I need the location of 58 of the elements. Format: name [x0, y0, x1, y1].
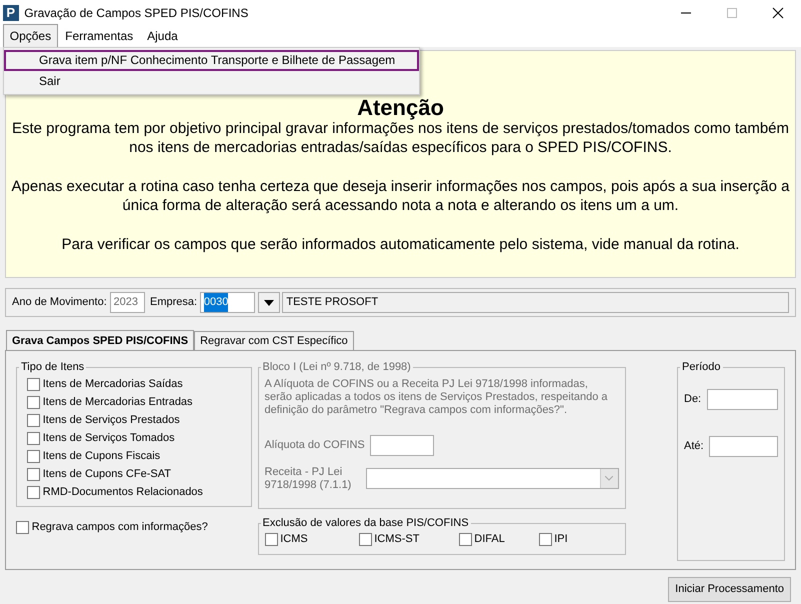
checkbox[interactable]: [538, 532, 552, 546]
checkbox-label: Itens de Mercadorias Saídas: [42, 376, 183, 392]
menu-option[interactable]: Sair: [4, 71, 419, 92]
tab[interactable]: Regravar com CST Específico: [194, 330, 354, 350]
company-label: Empresa:: [150, 295, 198, 310]
field-label: Alíquota do COFINS: [264, 438, 365, 453]
group-title: Exclusão de valores da base PIS/COFINS: [262, 517, 470, 529]
selected-text: 0030: [204, 293, 228, 312]
checkbox-label: IPI: [554, 532, 568, 547]
group-title: Período: [681, 361, 722, 373]
company-field[interactable]: 0030: [200, 292, 255, 313]
year-label: Ano de Movimento:: [12, 295, 107, 310]
checkbox[interactable]: [27, 378, 40, 390]
date-field[interactable]: [706, 389, 778, 410]
checkbox-label: ICMS-ST: [374, 532, 420, 547]
menu-item[interactable]: Ajuda: [140, 24, 185, 48]
menu-item[interactable]: Ferramentas: [58, 24, 140, 48]
group-title: Bloco I (Lei nº 9.718, de 1998): [262, 361, 412, 373]
checkbox[interactable]: [27, 450, 40, 462]
checkbox[interactable]: [27, 486, 40, 498]
tab[interactable]: Grava Campos SPED PIS/COFINS: [6, 330, 194, 350]
checkbox[interactable]: [458, 532, 472, 546]
dropdown-button[interactable]: [258, 292, 280, 313]
checkbox[interactable]: [27, 396, 40, 408]
checkbox-label: Itens de Serviços Prestados: [42, 412, 180, 428]
checkbox[interactable]: [27, 468, 40, 480]
caret-icon: [605, 476, 613, 482]
checkbox[interactable]: [16, 520, 29, 534]
description-text: A Alíquota de COFINS ou a Receita PJ Lei 9718/1998 informadas, serão aplicadas a todos os itens de Serviços Prestados, respeitando a definição do parâmetro "Regrava campos com informações?".: [264, 378, 609, 417]
checkbox-label: DIFAL: [474, 532, 505, 547]
checkbox-label: ICMS: [280, 532, 308, 547]
window-title: Gravação de Campos SPED PIS/COFINS: [24, 4, 248, 22]
menu-option[interactable]: Grava item p/NF Conhecimento Transporte e Bilhete de Passagem: [4, 50, 419, 71]
field-label: Receita - PJ Lei 9718/1998 (7.1.1): [264, 466, 352, 492]
checkbox[interactable]: [27, 414, 40, 426]
company-name-field: TESTE PROSOFT: [282, 292, 789, 313]
start-button[interactable]: Iniciar Processamento: [668, 577, 791, 602]
notice-text: Apenas executar a rotina caso tenha certeza que deseja inserir informações nos campos, pois após a sua inserção a única forma de alteração será acessando nota a nota e alterando os itens um a um.: [10, 177, 790, 215]
checkbox-label: Itens de Cupons CFe-SAT: [42, 466, 171, 482]
notice-text: Este programa tem por objetivo principal gravar informações nos itens de serviços prestados/tomados como também nos itens de mercadorias entradas/saídas específicos para o SPED PIS/COFINS.: [10, 120, 790, 157]
checkbox-label: Itens de Serviços Tomados: [42, 430, 175, 446]
checkbox[interactable]: [27, 432, 40, 444]
checkbox-label: Itens de Mercadorias Entradas: [42, 394, 193, 410]
app-logo: P: [2, 4, 19, 20]
date-field[interactable]: [709, 436, 778, 457]
checkbox[interactable]: [358, 532, 372, 546]
caret-icon: [264, 300, 274, 306]
group-title: Tipo de Itens: [20, 361, 86, 373]
notice-text: Para verificar os campos que serão informados automaticamente pelo sistema, vide manual da rotina.: [60, 235, 740, 254]
year-field[interactable]: 2023: [110, 292, 145, 313]
field-label: De:: [684, 392, 702, 408]
notice-heading: Atenção: [356, 97, 445, 119]
checkbox-label: Itens de Cupons Fiscais: [42, 448, 160, 464]
checkbox[interactable]: [264, 532, 278, 546]
menu-item[interactable]: Opções: [2, 24, 58, 48]
checkbox-label: RMD-Documentos Relacionados: [42, 484, 203, 500]
checkbox-label: Regrava campos com informações?: [32, 520, 208, 535]
field-label: Até:: [684, 439, 704, 454]
